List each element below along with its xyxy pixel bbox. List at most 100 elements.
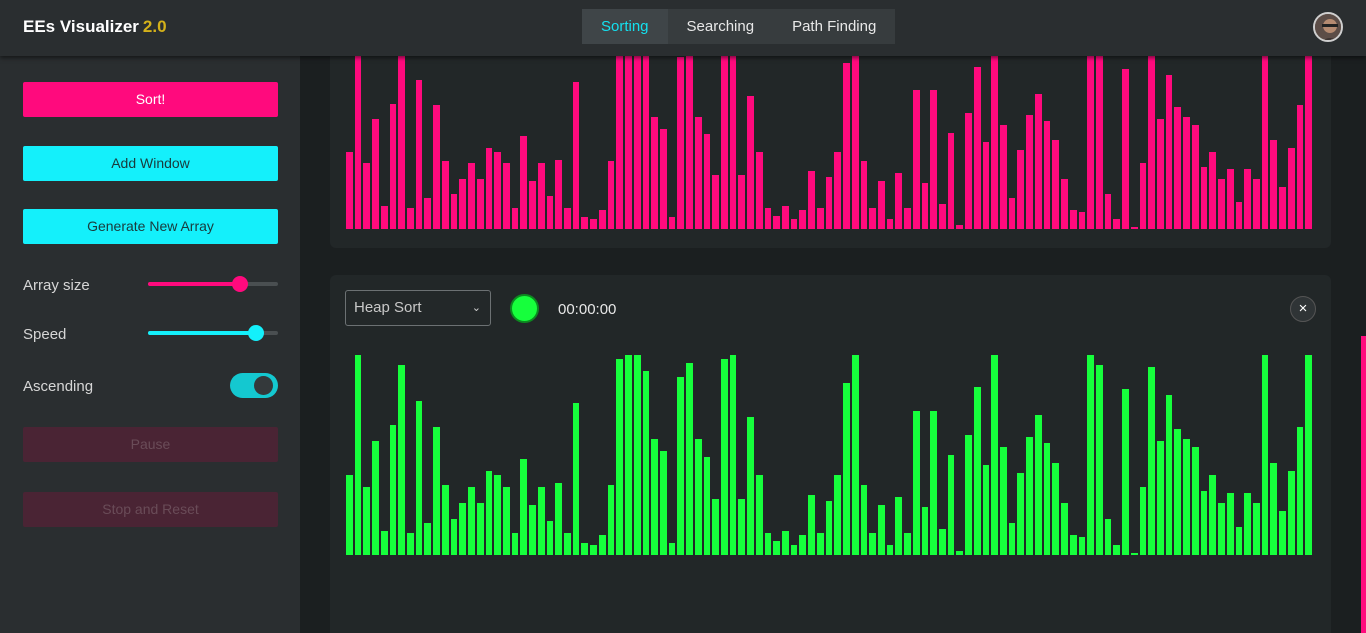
array-bar — [1157, 441, 1164, 555]
array-bar — [380, 531, 388, 555]
array-bar — [1104, 519, 1112, 555]
array-bar — [764, 533, 772, 555]
array-size-handle[interactable] — [232, 276, 249, 292]
array-bar — [1139, 487, 1147, 555]
bar-chart-2 — [346, 355, 1314, 555]
pause-button[interactable]: Pause — [23, 427, 278, 462]
array-bar — [1287, 147, 1295, 229]
tab-searching[interactable]: Searching — [668, 9, 774, 44]
array-bar — [930, 411, 937, 555]
array-bar — [720, 359, 728, 555]
array-bar — [415, 401, 423, 555]
array-bar — [991, 355, 999, 555]
array-bar — [1026, 437, 1033, 555]
array-bar — [930, 90, 937, 229]
status-indicator — [510, 294, 539, 323]
array-size-label: Array size — [23, 277, 90, 294]
control-sidebar: Sort! Add Window Generate New Array Arra… — [0, 56, 300, 633]
array-bar — [459, 178, 467, 229]
array-bar — [625, 56, 632, 229]
speed-slider[interactable] — [148, 325, 278, 341]
array-bar — [1252, 178, 1260, 229]
chevron-down-icon: ⌄ — [471, 302, 481, 314]
array-bar — [625, 355, 632, 555]
array-bar — [1279, 511, 1286, 555]
array-bar — [633, 56, 641, 229]
array-bar — [1261, 355, 1269, 555]
array-bar — [450, 194, 458, 229]
array-bar — [1043, 120, 1051, 229]
array-bar — [468, 487, 475, 555]
array-bar — [642, 56, 650, 229]
array-bar — [598, 209, 606, 229]
array-bar — [686, 363, 693, 555]
array-bar — [372, 441, 379, 555]
array-bar — [424, 523, 432, 555]
array-bar — [1095, 365, 1103, 555]
array-bar — [424, 198, 432, 229]
array-bar — [494, 475, 501, 555]
array-bar — [537, 487, 545, 555]
array-bar — [773, 541, 781, 555]
array-bar — [1130, 227, 1138, 229]
stop-reset-button[interactable]: Stop and Reset — [23, 492, 278, 527]
array-bar — [354, 355, 362, 555]
array-bar — [1026, 115, 1033, 229]
array-bar — [799, 209, 807, 229]
array-bar — [1087, 56, 1094, 229]
array-bar — [834, 151, 842, 229]
array-bar — [354, 56, 362, 229]
app-brand: EEs Visualizer 2.0 — [23, 17, 167, 37]
sort-button[interactable]: Sort! — [23, 82, 278, 117]
array-bar — [607, 485, 615, 555]
array-bar — [764, 207, 772, 229]
array-bar — [1139, 163, 1147, 229]
close-window-button[interactable]: × — [1290, 296, 1316, 322]
array-bar — [590, 545, 597, 555]
array-bar — [799, 535, 807, 555]
array-bar — [1130, 553, 1138, 555]
array-bar — [1113, 545, 1121, 555]
array-bar — [1183, 117, 1190, 229]
array-bar — [825, 176, 833, 229]
array-bar — [703, 457, 711, 555]
array-bar — [825, 501, 833, 555]
array-bar — [520, 136, 528, 229]
app-title: EEs Visualizer — [23, 17, 139, 36]
array-bar — [904, 533, 911, 555]
array-bar — [363, 487, 371, 555]
scrollbar-thumb[interactable] — [1361, 336, 1366, 633]
array-bar — [1174, 429, 1182, 555]
ascending-toggle[interactable] — [230, 373, 278, 398]
array-bar — [659, 451, 667, 555]
generate-array-button[interactable]: Generate New Array — [23, 209, 278, 244]
array-bar — [755, 151, 763, 229]
array-bar — [712, 499, 719, 555]
array-size-slider[interactable] — [148, 276, 278, 292]
user-avatar[interactable] — [1313, 12, 1343, 42]
add-window-button[interactable]: Add Window — [23, 146, 278, 181]
array-bar — [572, 403, 580, 555]
array-bar — [389, 425, 397, 555]
array-bar — [895, 173, 903, 229]
array-bar — [1069, 209, 1077, 229]
array-bar — [642, 371, 650, 555]
array-bar — [677, 377, 685, 555]
array-bar — [939, 529, 946, 555]
tab-sorting[interactable]: Sorting — [582, 9, 668, 44]
array-bar — [1165, 74, 1173, 229]
tab-path-finding[interactable]: Path Finding — [773, 9, 895, 44]
array-bar — [546, 196, 554, 229]
algorithm-select[interactable]: Heap Sort ⌄ — [345, 290, 491, 326]
array-bar — [1252, 503, 1260, 555]
array-bar — [380, 205, 388, 229]
array-bar — [1078, 537, 1086, 555]
array-bar — [947, 455, 955, 555]
array-bar — [991, 56, 999, 229]
array-bar — [346, 475, 353, 555]
speed-handle[interactable] — [247, 325, 264, 341]
array-bar — [415, 80, 423, 229]
array-bar — [1279, 186, 1286, 229]
array-bar — [459, 503, 467, 555]
array-bar — [921, 182, 929, 229]
